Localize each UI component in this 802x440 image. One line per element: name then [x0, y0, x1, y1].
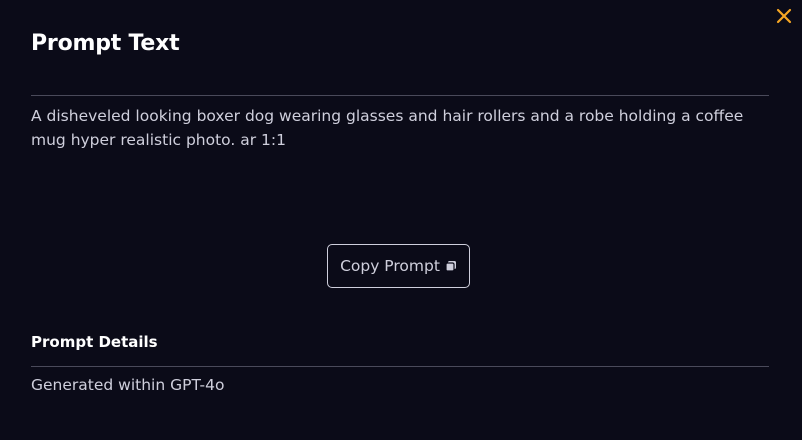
modal-title: Prompt Text — [31, 31, 180, 56]
details-divider — [31, 366, 769, 367]
close-icon[interactable] — [772, 4, 796, 28]
prompt-details-text: Generated within GPT-4o — [31, 376, 225, 394]
title-divider — [31, 95, 769, 96]
copy-icon — [445, 260, 457, 272]
prompt-modal: Prompt Text A disheveled looking boxer d… — [0, 0, 802, 440]
prompt-details-heading: Prompt Details — [31, 333, 158, 351]
copy-prompt-button[interactable]: Copy Prompt — [327, 244, 470, 288]
copy-prompt-label: Copy Prompt — [340, 257, 440, 275]
prompt-text: A disheveled looking boxer dog wearing g… — [31, 107, 744, 149]
close-button[interactable] — [772, 4, 796, 28]
